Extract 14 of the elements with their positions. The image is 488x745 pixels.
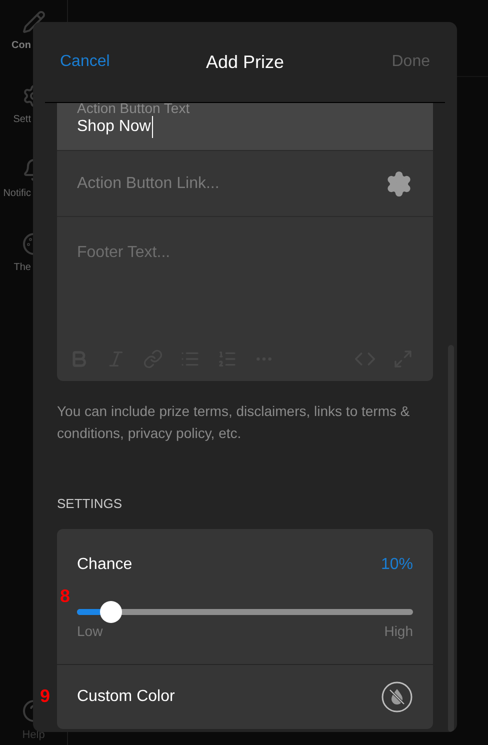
chance-reading: 10% — [380, 555, 413, 575]
dialog-title: Add Prize — [206, 50, 284, 74]
setting-label: Custom Color — [77, 687, 175, 707]
setting-label: Chance — [77, 555, 132, 575]
slider-max-label: High — [384, 622, 413, 641]
help-text: You can include prize terms, disclaimers, links to terms & conditions, privacy policy, etc. — [57, 402, 411, 443]
field-placeholder: Action Button Link... — [77, 174, 220, 194]
marker: 9 — [40, 685, 50, 708]
section-heading: SETTINGS — [57, 495, 122, 513]
field-placeholder: Footer Text... — [77, 243, 172, 263]
field-value: Shop Now — [77, 116, 153, 138]
slider-min-label: Low — [77, 622, 103, 641]
marker: 8 — [60, 585, 70, 608]
field-label: Action Button Text — [77, 103, 191, 116]
